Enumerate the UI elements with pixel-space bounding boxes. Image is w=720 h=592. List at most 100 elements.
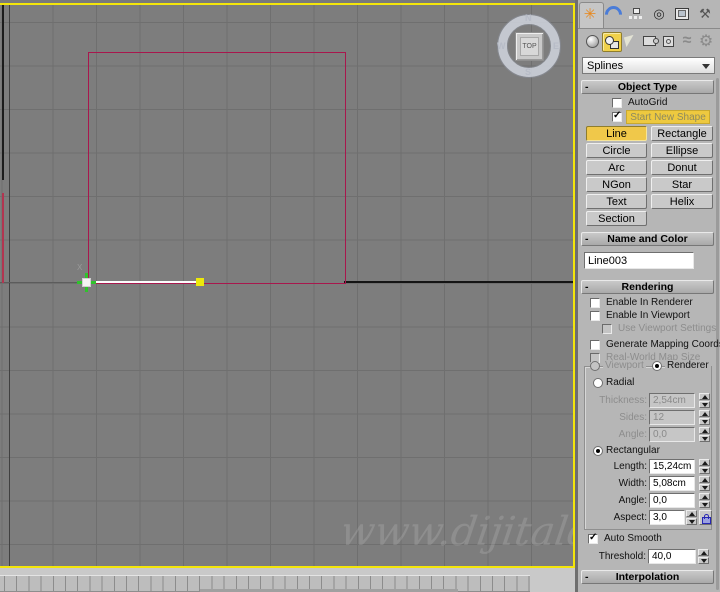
- watermark-text: www.dijitalde: [337, 509, 573, 555]
- lights-category-icon[interactable]: [621, 32, 639, 50]
- name-color-rollout-header[interactable]: - Name and Color: [581, 232, 714, 246]
- length-input[interactable]: [649, 459, 695, 474]
- thickness-input: [649, 393, 695, 408]
- sides-label: Sides:: [619, 412, 647, 423]
- axis-x-label: X: [77, 263, 83, 272]
- chevron-down-icon: [702, 64, 710, 69]
- length-spinner[interactable]: [699, 459, 710, 474]
- lock-icon: [702, 514, 711, 524]
- systems-category-icon[interactable]: ⚙: [697, 32, 715, 50]
- collapse-icon[interactable]: -: [585, 233, 589, 245]
- renderer-radio[interactable]: [652, 361, 662, 371]
- helix-button[interactable]: Helix: [651, 194, 713, 209]
- motion-tab-icon[interactable]: ◎: [650, 5, 668, 23]
- spacewarps-category-icon[interactable]: ≈: [678, 32, 696, 50]
- aspect-spinner[interactable]: [686, 510, 697, 525]
- length-label: Length:: [613, 461, 647, 472]
- create-tab-icon[interactable]: ✳: [581, 5, 599, 23]
- width-spinner[interactable]: [699, 476, 710, 491]
- enable-in-viewport-label: Enable In Viewport: [606, 310, 690, 321]
- angle-radial-input: [649, 427, 695, 442]
- autogrid-checkbox[interactable]: [612, 98, 622, 108]
- collapse-icon[interactable]: -: [585, 281, 589, 293]
- edge-spline-segment-dark: [2, 5, 4, 180]
- threshold-label: Threshold:: [598, 551, 646, 562]
- 3ds-max-window: X N S W E TOP www.dijitalde ✳ ◎ ⚒ ≈ ⚙ Sp…: [0, 0, 720, 592]
- collapse-icon[interactable]: -: [585, 81, 589, 93]
- grid-y-axis-line: [9, 5, 10, 566]
- start-new-shape-button[interactable]: Start New Shape: [626, 110, 710, 124]
- edge-spline-segment-red: [2, 193, 4, 283]
- viewcube-west-label[interactable]: W: [497, 41, 506, 51]
- shape-type-dropdown[interactable]: Splines: [582, 57, 715, 74]
- panel-scrollbar[interactable]: [716, 78, 719, 590]
- threshold-spinner[interactable]: [698, 549, 709, 564]
- aspect-lock-button[interactable]: [699, 510, 712, 525]
- generate-mapping-label: Generate Mapping Coords.: [606, 339, 720, 350]
- top-viewport[interactable]: X N S W E TOP www.dijitalde: [0, 5, 573, 566]
- viewcube-top-face[interactable]: TOP: [515, 32, 544, 61]
- renderer-params-group: Radial Thickness: Sides: Angle: Rectangu…: [584, 366, 712, 530]
- star-button[interactable]: Star: [651, 177, 713, 192]
- aspect-input[interactable]: [649, 510, 685, 525]
- modify-tab-icon[interactable]: [600, 1, 626, 27]
- display-tab-icon[interactable]: [673, 5, 691, 23]
- grid-x-axis-left: [0, 282, 86, 283]
- rectangle-button[interactable]: Rectangle: [651, 126, 713, 141]
- viewport-border-top: [0, 3, 575, 5]
- angle-rect-label: Angle:: [618, 495, 647, 506]
- autogrid-label: AutoGrid: [628, 97, 668, 108]
- use-viewport-settings-label: Use Viewport Settings: [618, 323, 717, 334]
- rendering-rollout-header[interactable]: - Rendering: [581, 280, 714, 294]
- angle-radial-label: Angle:: [618, 429, 647, 440]
- geometry-category-icon[interactable]: [583, 32, 601, 50]
- enable-in-renderer-label: Enable In Renderer: [606, 297, 693, 308]
- use-viewport-settings-checkbox: [602, 324, 612, 334]
- circle-button[interactable]: Circle: [586, 143, 647, 158]
- viewcube-north-label[interactable]: N: [525, 13, 532, 23]
- angle-radial-spinner: [699, 427, 710, 442]
- ellipse-button[interactable]: Ellipse: [651, 143, 713, 158]
- cameras-category-icon[interactable]: [640, 32, 659, 50]
- tab-separator: [578, 28, 720, 29]
- line-end-vertex-marker: [196, 278, 204, 286]
- text-button[interactable]: Text: [586, 194, 647, 209]
- rectangular-radio[interactable]: [593, 446, 603, 456]
- start-new-shape-checkbox[interactable]: [612, 110, 622, 122]
- angle-rect-input[interactable]: [649, 493, 695, 508]
- radial-radio[interactable]: [593, 378, 603, 388]
- command-panel: ✳ ◎ ⚒ ≈ ⚙ Splines - Object Type AutoGrid…: [578, 0, 720, 592]
- shape-type-dropdown-value: Splines: [587, 59, 624, 72]
- width-label: Width:: [618, 478, 647, 489]
- auto-smooth-checkbox[interactable]: [588, 532, 598, 544]
- collapse-icon[interactable]: -: [585, 571, 589, 583]
- enable-in-renderer-checkbox[interactable]: [590, 298, 600, 308]
- viewcube-south-label[interactable]: S: [525, 67, 531, 77]
- width-input[interactable]: [649, 476, 695, 491]
- interpolation-rollout-header[interactable]: - Interpolation: [581, 570, 714, 584]
- new-line-segment: [86, 281, 200, 283]
- thickness-label: Thickness:: [599, 395, 647, 406]
- viewport-radio: [590, 361, 600, 371]
- generate-mapping-checkbox[interactable]: [590, 340, 600, 350]
- viewcube-east-label[interactable]: E: [553, 41, 559, 51]
- threshold-input[interactable]: [648, 549, 696, 564]
- viewcube[interactable]: N S W E TOP: [497, 13, 561, 78]
- line-button[interactable]: Line: [586, 126, 647, 141]
- utilities-tab-icon[interactable]: ⚒: [696, 5, 714, 23]
- hierarchy-tab-icon[interactable]: [627, 5, 645, 23]
- section-button[interactable]: Section: [586, 211, 647, 226]
- grid-x-axis-right: [344, 281, 573, 283]
- donut-button[interactable]: Donut: [651, 160, 713, 175]
- viewcube-top-face-label[interactable]: TOP: [520, 37, 539, 56]
- rectangle-shape: [88, 52, 346, 284]
- rectangular-label: Rectangular: [606, 445, 660, 456]
- object-type-rollout-header[interactable]: - Object Type: [581, 80, 714, 94]
- enable-in-viewport-checkbox[interactable]: [590, 311, 600, 321]
- arc-button[interactable]: Arc: [586, 160, 647, 175]
- ngon-button[interactable]: NGon: [586, 177, 647, 192]
- object-name-input[interactable]: [584, 252, 694, 269]
- angle-rect-spinner[interactable]: [699, 493, 710, 508]
- shapes-category-icon[interactable]: [602, 32, 622, 52]
- helpers-category-icon[interactable]: [659, 32, 677, 50]
